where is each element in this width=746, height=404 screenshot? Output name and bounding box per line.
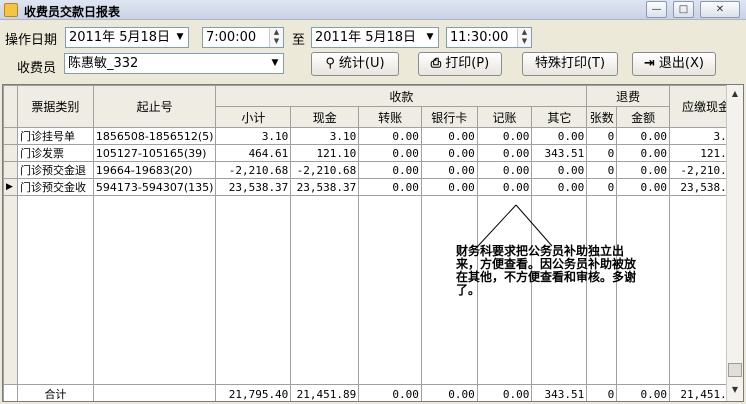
annotation-callout-lines [477, 204, 553, 247]
annotation-text: 财务科要求把公务员补助独立出来，方便查看。因公务员补助被放在其他，不方便查看和审… [456, 244, 637, 297]
